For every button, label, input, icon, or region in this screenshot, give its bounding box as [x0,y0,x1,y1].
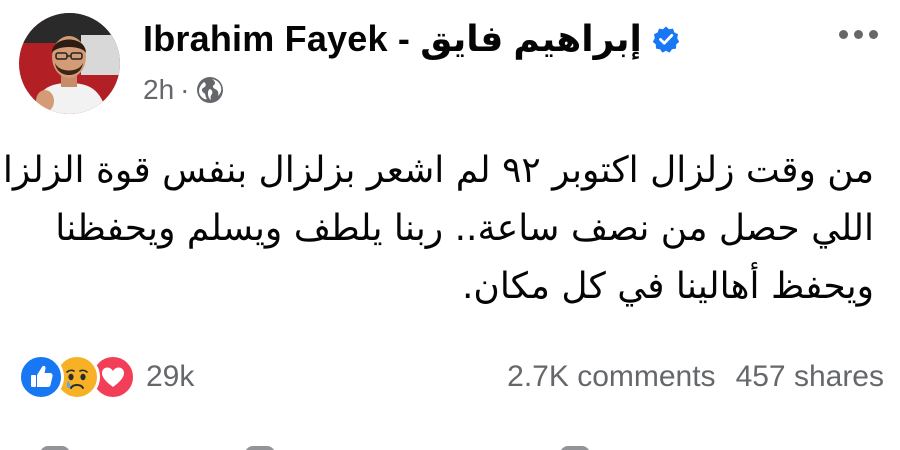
globe-icon[interactable] [195,75,225,105]
like-icon [18,354,64,400]
author-header: Ibrahim Fayek - إبراهيم فايق [143,14,680,64]
post-text: من وقت زلزال اكتوبر ٩٢ لم اشعر بزلزال بن… [0,142,874,316]
more-options-button[interactable] [830,16,886,52]
avatar[interactable] [19,13,120,114]
post-text-line: من وقت زلزال اكتوبر ٩٢ لم اشعر بزلزال بن… [0,150,874,191]
share-button-icon[interactable] [560,446,590,450]
comment-button-icon[interactable] [245,446,275,450]
comments-count-link[interactable]: 2.7K comments [507,360,715,394]
meta-separator: · [180,74,190,105]
reaction-count: 29k [146,360,195,393]
post-text-line: ويحفظ أهالينا في كل مكان. [461,266,874,307]
verified-badge-icon [652,25,680,53]
action-bar [0,442,900,450]
more-options-dot [838,29,848,39]
post-text-line: اللي حصل من نصف ساعة.. ربنا يلطف ويسلم و… [55,208,874,249]
profile-photo [19,13,120,114]
reactions-summary[interactable]: 29k [18,354,195,400]
engagement-counts: 2.7K comments 457 shares [507,357,884,397]
post-timestamp[interactable]: 2h [143,74,174,106]
more-options-dot [868,29,878,39]
post-meta: 2h · [143,70,225,110]
more-options-dot [853,29,863,39]
author-name[interactable]: Ibrahim Fayek - إبراهيم فايق [143,18,642,60]
like-button-icon[interactable] [40,446,70,450]
shares-count-link[interactable]: 457 shares [736,360,884,394]
facebook-post: Ibrahim Fayek - إبراهيم فايق 2h · من وقت… [0,0,900,450]
